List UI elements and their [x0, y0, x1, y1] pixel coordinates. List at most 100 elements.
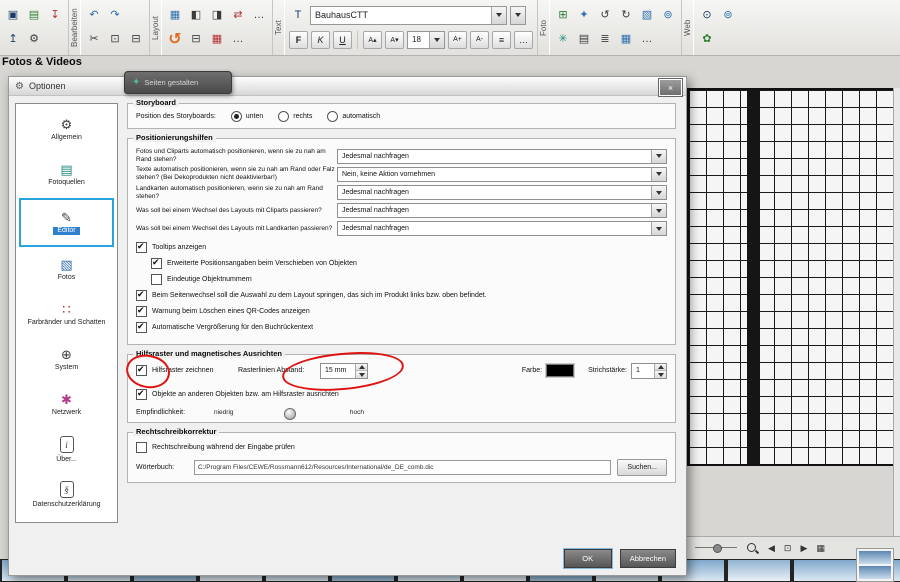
photos-cliparts-position-select[interactable]: Jedesmal nachfragen: [337, 149, 667, 164]
photo-thumbnail[interactable]: [728, 560, 790, 581]
effect-icon[interactable]: ✳: [554, 31, 572, 49]
italic-button[interactable]: K: [311, 31, 330, 49]
editor-page-grid[interactable]: [687, 88, 895, 466]
layout-paste-icon[interactable]: ⊟: [187, 31, 205, 49]
font-grow-icon[interactable]: A+: [448, 31, 467, 49]
zoom-slider[interactable]: [695, 543, 737, 553]
chevron-down-icon[interactable]: [651, 168, 666, 181]
save-icon[interactable]: ▣: [4, 6, 22, 24]
layout-more-icon[interactable]: …: [250, 6, 268, 24]
photo-thumbnail[interactable]: [859, 566, 891, 579]
size-decrease-icon[interactable]: A▾: [385, 31, 404, 49]
rotate-right-icon[interactable]: ↻: [617, 6, 635, 24]
chevron-down-icon[interactable]: [651, 150, 666, 163]
tooltips-checkbox[interactable]: [136, 242, 147, 253]
chevron-down-icon[interactable]: [651, 204, 666, 217]
account-icon[interactable]: ⊙: [698, 6, 716, 24]
tab-seiten-gestalten[interactable]: ✦ Seiten gestalten: [124, 71, 232, 94]
cancel-button[interactable]: Abbrechen: [620, 549, 676, 568]
spinner-down-icon[interactable]: [655, 370, 666, 378]
photo-more-icon[interactable]: …: [638, 31, 656, 49]
font-style-select-icon[interactable]: [510, 6, 526, 25]
import-icon[interactable]: ↧: [46, 6, 64, 24]
list-icon[interactable]: ≣: [596, 31, 614, 49]
rotate-left-icon[interactable]: ↺: [596, 6, 614, 24]
sidebar-item-system[interactable]: ⊕ System: [16, 338, 117, 383]
sidebar-item-datenschutz[interactable]: § Datenschutzerklärung: [16, 473, 117, 518]
dialog-titlebar[interactable]: ⚙ Optionen: [9, 77, 686, 96]
text-position-select[interactable]: Nein, keine Aktion vornehmen: [337, 167, 667, 182]
zoom-slider-handle[interactable]: [713, 544, 722, 553]
layout-maps-select[interactable]: Jedesmal nachfragen: [337, 221, 667, 236]
layout-grid-icon[interactable]: ▦: [166, 6, 184, 24]
close-button[interactable]: ×: [659, 79, 682, 96]
dictionary-path-input[interactable]: [194, 460, 611, 475]
sidebar-item-netzwerk[interactable]: ✱ Netzwerk: [16, 383, 117, 428]
copy-icon[interactable]: ⊡: [106, 31, 124, 49]
sidebar-item-fotoquellen[interactable]: ▤ Fotoquellen: [16, 153, 117, 198]
sidebar-item-editor[interactable]: ✎ Editor: [19, 198, 114, 247]
chevron-down-icon[interactable]: [491, 7, 506, 24]
text-tool-icon[interactable]: T: [289, 6, 307, 24]
vertical-scrollbar[interactable]: [893, 88, 900, 536]
sensitivity-slider-handle[interactable]: [284, 408, 296, 420]
qr-delete-warning-checkbox[interactable]: [136, 306, 147, 317]
object-numbers-checkbox[interactable]: [151, 274, 162, 285]
cut-icon[interactable]: ✂: [85, 31, 103, 49]
extended-position-checkbox[interactable]: [151, 258, 162, 269]
layout-open-icon[interactable]: ◧: [187, 6, 205, 24]
maps-position-select[interactable]: Jedesmal nachfragen: [337, 185, 667, 200]
grid-color-swatch[interactable]: [546, 364, 574, 377]
world-icon[interactable]: ⊚: [719, 6, 737, 24]
page-next-icon[interactable]: ▶: [800, 543, 807, 554]
align-icon[interactable]: ≡: [492, 31, 511, 49]
filmstrip-toggle-icon[interactable]: ▦: [816, 543, 825, 554]
paste-icon[interactable]: ⊟: [127, 31, 145, 49]
page-change-layout-checkbox[interactable]: [136, 290, 147, 301]
sidebar-item-fotos[interactable]: ▧ Fotos: [16, 247, 117, 292]
ok-button[interactable]: OK: [564, 549, 612, 568]
bold-button[interactable]: F: [289, 31, 308, 49]
photo-list-panel[interactable]: [856, 548, 894, 582]
font-shrink-icon[interactable]: A-: [470, 31, 489, 49]
page-previous-icon[interactable]: ◀: [768, 543, 775, 554]
stroke-width-spinner[interactable]: 1: [631, 363, 667, 379]
export-icon[interactable]: ↥: [4, 31, 22, 49]
redo-icon[interactable]: ↷: [106, 6, 124, 24]
photo-thumbnail[interactable]: [859, 551, 891, 564]
sidebar-item-farbraender[interactable]: ∷ Farbränder und Schatten: [16, 292, 117, 337]
chevron-down-icon[interactable]: [429, 32, 444, 48]
grid-spacing-spinner[interactable]: 15 mm: [320, 363, 368, 379]
new-page-icon[interactable]: ▤: [25, 6, 43, 24]
sidebar-item-allgemein[interactable]: ⚙ Allgemein: [16, 108, 117, 153]
font-family-select[interactable]: BauhausCTT: [310, 6, 507, 25]
photo-magic-icon[interactable]: ✦: [575, 6, 593, 24]
photo-grid-icon[interactable]: ▧: [638, 6, 656, 24]
magnifier-icon[interactable]: [746, 542, 759, 555]
layout-reset-icon[interactable]: ↺: [166, 31, 184, 49]
sidebar-item-ueber[interactable]: i Über...: [16, 428, 117, 473]
tab-fotos-videos[interactable]: Fotos & Videos: [2, 56, 82, 68]
layout-grid-red-icon[interactable]: ▦: [208, 31, 226, 49]
spinner-down-icon[interactable]: [356, 370, 367, 378]
layout-save-icon[interactable]: ◨: [208, 6, 226, 24]
settings-icon[interactable]: ⚙: [25, 31, 43, 49]
font-size-select[interactable]: 18: [407, 31, 445, 49]
spellcheck-checkbox[interactable]: [136, 442, 147, 453]
radio-rechts[interactable]: [278, 111, 289, 122]
text-more-icon[interactable]: …: [514, 31, 533, 49]
browse-button[interactable]: Suchen...: [617, 459, 667, 476]
radio-unten[interactable]: [231, 111, 242, 122]
photo-thumbnail[interactable]: [794, 560, 856, 581]
layout-cliparts-select[interactable]: Jedesmal nachfragen: [337, 203, 667, 218]
grid2-icon[interactable]: ▦: [617, 31, 635, 49]
size-increase-icon[interactable]: A▴: [363, 31, 382, 49]
spine-text-zoom-checkbox[interactable]: [136, 322, 147, 333]
layout-more2-icon[interactable]: …: [229, 31, 247, 49]
upload-icon[interactable]: ✿: [698, 31, 716, 49]
draw-grid-checkbox[interactable]: [136, 365, 147, 376]
snap-objects-checkbox[interactable]: [136, 389, 147, 400]
radio-automatisch[interactable]: [327, 111, 338, 122]
collage-icon[interactable]: ▤: [575, 31, 593, 49]
layout-swap-icon[interactable]: ⇄: [229, 6, 247, 24]
